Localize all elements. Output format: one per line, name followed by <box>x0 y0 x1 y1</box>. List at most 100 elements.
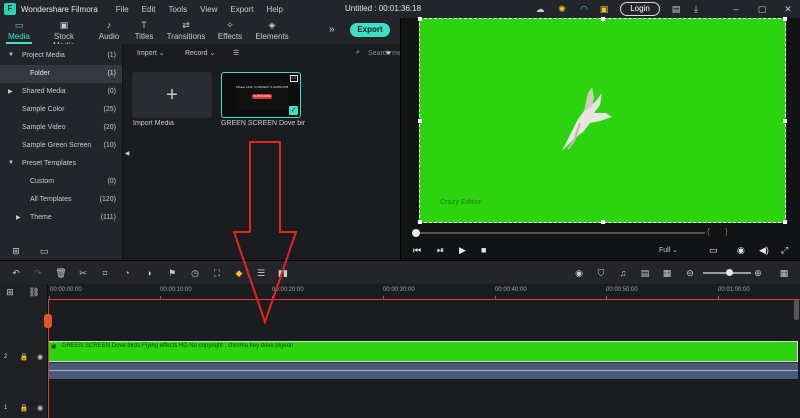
timeline-ruler[interactable]: 00:00:00:00 00:00:10:00 00:00:20:00 00:0… <box>48 284 800 300</box>
sidebar-item-folder[interactable]: Folder (1) <box>0 65 122 83</box>
scrubber-handle[interactable] <box>412 229 420 237</box>
timeline-toolbar: ↶ ↷ 🗑 ✂ ⌗ ◔ ◑ ⚑ ◷ ⛶ ◆ ☰ ▮▮ ◉ ⛉ ♫ ▤ ▦ ⊖ ⊕… <box>0 260 800 284</box>
collapse-panel-icon[interactable]: ◀ <box>121 148 133 160</box>
sidebar-item-all-templates[interactable]: All Templates (120) <box>0 191 122 209</box>
menu-help[interactable]: Help <box>266 5 282 14</box>
play-icon[interactable]: ▶ <box>459 245 466 256</box>
speed-icon[interactable]: ◔ <box>121 267 133 279</box>
maximize-icon[interactable]: ▢ <box>756 3 768 15</box>
preview-scrubber[interactable] <box>415 232 705 234</box>
sidebar-item-sample-video[interactable]: Sample Video (20) <box>0 119 122 137</box>
green-screen-icon[interactable]: ⚑ <box>166 267 178 279</box>
tab-stock-media[interactable]: ▣ Stock Media <box>44 18 84 50</box>
zoom-out-icon[interactable]: ⊖ <box>684 267 696 279</box>
tab-audio[interactable]: ♪ Audio <box>98 18 120 44</box>
menu-file[interactable]: File <box>116 5 129 14</box>
timeline-scrollbar[interactable] <box>794 300 799 320</box>
resize-handle[interactable] <box>783 119 787 123</box>
lock-icon[interactable]: 🔒 <box>18 403 30 415</box>
caret-down-icon: ▼ <box>8 160 14 166</box>
zoom-in-icon[interactable]: ⊕ <box>752 267 764 279</box>
folder-outline-icon[interactable]: ▭ <box>38 245 50 257</box>
marker-icon[interactable]: ⛉ <box>595 267 607 279</box>
resize-handle[interactable] <box>418 17 422 21</box>
redo-icon[interactable]: ↷ <box>32 267 44 279</box>
tab-effects[interactable]: ✧ Effects <box>216 18 244 44</box>
snapshot-timeline-icon[interactable]: ▦ <box>661 267 673 279</box>
playhead-handle[interactable] <box>44 314 52 328</box>
crop-icon[interactable]: ⌗ <box>99 267 111 279</box>
snapshot-icon[interactable]: ◉ <box>737 245 745 256</box>
mark-in-icon[interactable]: { <box>707 227 710 236</box>
timeline-video-clip[interactable]: ▣ GREEN SCREEN Dove birds Flying effects… <box>48 341 798 362</box>
fit-icon[interactable]: ⛶ <box>211 267 223 279</box>
color-icon[interactable]: ◑ <box>143 267 155 279</box>
headset-icon[interactable]: ◠ <box>578 3 590 15</box>
stop-icon[interactable]: ■ <box>481 245 486 255</box>
resize-handle[interactable] <box>418 119 422 123</box>
minimize-icon[interactable]: – <box>730 3 742 15</box>
sidebar-item-project-media[interactable]: ▼ Project Media (1) <box>0 47 122 65</box>
close-icon[interactable]: ✕ <box>782 3 794 15</box>
gift-icon[interactable]: ▣ <box>598 3 610 15</box>
bulb-icon[interactable]: ✺ <box>556 3 568 15</box>
media-clip-tile[interactable]: Please LIKE, COMMENT & SUBSCRIBE SUBSCRI… <box>221 72 301 118</box>
preview-canvas[interactable]: Crazy Editor <box>418 17 787 224</box>
download-icon[interactable]: ⤓ <box>690 3 702 15</box>
filter-funnel-icon[interactable]: ⏷ <box>385 48 392 60</box>
sidebar-item-preset-templates[interactable]: ▼ Preset Templates <box>0 155 122 173</box>
clip-thumbnail-icon: ▣ <box>51 344 57 350</box>
resize-handle[interactable] <box>783 220 787 224</box>
play-frame-icon[interactable]: ⏯ <box>437 245 444 256</box>
resize-handle[interactable] <box>783 17 787 21</box>
sidebar-item-theme[interactable]: ▶ Theme (111) <box>0 209 122 227</box>
resize-handle[interactable] <box>601 220 605 224</box>
voiceover-icon[interactable]: ▤ <box>639 267 651 279</box>
link-icon[interactable]: ⛓ <box>28 286 40 298</box>
cut-icon[interactable]: ✂ <box>77 267 89 279</box>
timeline-audio-clip[interactable] <box>48 363 798 379</box>
fit-timeline-icon[interactable]: ▦ <box>778 267 790 279</box>
media-tabs-bar: ▭ Media ▣ Stock Media ♪ Audio T Titles ⇄… <box>0 18 400 50</box>
new-folder-icon[interactable]: ⊞ <box>10 245 22 257</box>
menu-tools[interactable]: Tools <box>168 5 187 14</box>
render-icon[interactable]: ◉ <box>573 267 585 279</box>
import-media-tile[interactable]: + <box>132 72 212 118</box>
sidebar-item-custom[interactable]: Custom (0) <box>0 173 122 191</box>
tab-media[interactable]: ▭ Media <box>6 18 32 44</box>
tab-titles[interactable]: T Titles <box>132 18 156 44</box>
resize-handle[interactable] <box>601 17 605 21</box>
menu-view[interactable]: View <box>200 5 217 14</box>
more-tabs-icon[interactable]: » <box>329 24 335 35</box>
microphone-icon[interactable]: ♫ <box>617 267 629 279</box>
quality-dropdown[interactable]: Full ⌄ <box>659 246 678 254</box>
menu-export[interactable]: Export <box>230 5 253 14</box>
sidebar-item-shared-media[interactable]: ▶ Shared Media (0) <box>0 83 122 101</box>
previous-frame-icon[interactable]: ⏮ <box>413 245 421 256</box>
volume-icon[interactable]: ◀) <box>759 245 769 256</box>
timer-icon[interactable]: ◷ <box>189 267 201 279</box>
sidebar-item-sample-color[interactable]: Sample Color (25) <box>0 101 122 119</box>
save-icon[interactable]: ▤ <box>670 3 682 15</box>
mark-out-icon[interactable]: } <box>725 227 728 236</box>
record-dropdown[interactable]: Record ⌄ <box>185 49 215 61</box>
eye-icon[interactable]: ◉ <box>34 352 46 364</box>
add-track-icon[interactable]: ⊞ <box>4 286 16 298</box>
undo-icon[interactable]: ↶ <box>10 267 22 279</box>
filter-icon[interactable]: ☰ <box>233 49 239 61</box>
delete-icon[interactable]: 🗑 <box>55 267 67 279</box>
eye-icon[interactable]: ◉ <box>34 403 46 415</box>
resize-handle[interactable] <box>418 220 422 224</box>
menu-edit[interactable]: Edit <box>142 5 156 14</box>
lock-icon[interactable]: 🔒 <box>18 352 30 364</box>
zoom-slider-handle[interactable] <box>726 269 733 276</box>
cloud-icon[interactable]: ☁ <box>534 3 546 15</box>
import-dropdown[interactable]: Import ⌄ <box>137 49 165 61</box>
export-button[interactable]: Export <box>350 23 390 37</box>
login-button[interactable]: Login <box>620 2 660 16</box>
tab-elements[interactable]: ◈ Elements <box>255 18 289 44</box>
tab-transitions[interactable]: ⇄ Transitions <box>166 18 206 44</box>
sidebar-item-sample-green-screen[interactable]: Sample Green Screen (10) <box>0 137 122 155</box>
display-icon[interactable]: ▭ <box>709 245 718 256</box>
fullscreen-icon[interactable]: ⤢ <box>781 245 788 256</box>
